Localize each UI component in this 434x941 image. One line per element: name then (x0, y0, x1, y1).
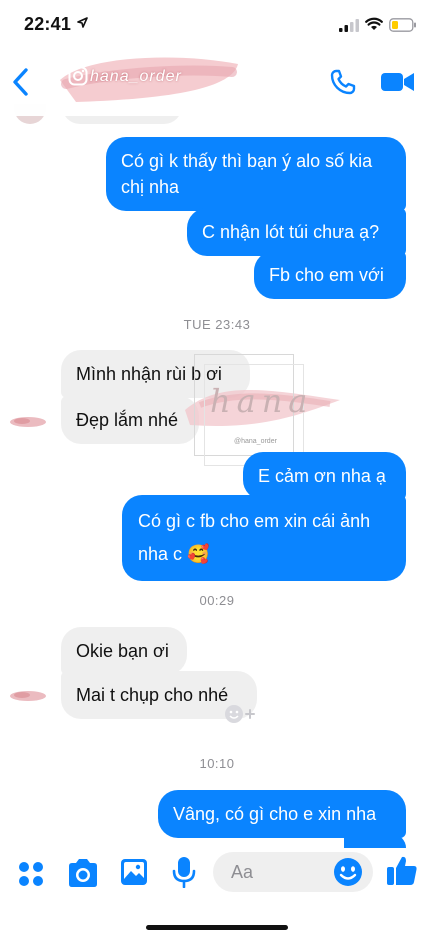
message-outgoing[interactable]: C nhận lót túi chưa ạ? (187, 208, 406, 256)
back-button[interactable] (8, 64, 40, 100)
instagram-icon (68, 66, 88, 86)
add-reaction-icon[interactable] (223, 702, 257, 726)
message-outgoing[interactable]: Có gì k thấy thì bạn ý alo số kia chị nh… (106, 137, 406, 211)
home-indicator (146, 925, 288, 930)
gallery-button[interactable] (119, 857, 149, 887)
watermark-logo: hana @hana_order (184, 352, 340, 466)
video-call-button[interactable] (380, 68, 416, 96)
timestamp: TUE 23:43 (183, 317, 251, 332)
emoji-button[interactable] (333, 857, 363, 887)
message-outgoing[interactable]: Vâng, có gì cho e xin nha (158, 790, 406, 838)
more-actions-button[interactable] (17, 860, 45, 888)
watermark-script: hana (210, 382, 314, 420)
watermark-handle: @hana_order (234, 438, 277, 445)
contact-avatar (10, 417, 46, 427)
microphone-button[interactable] (172, 856, 196, 888)
contact-name[interactable]: hana_order (90, 68, 182, 86)
camera-button[interactable] (66, 858, 100, 888)
message-outgoing[interactable]: E cảm ơn nha ạ (243, 452, 406, 500)
timestamp: 00:29 (199, 593, 235, 608)
timestamp: 10:10 (199, 756, 235, 771)
message-input-placeholder: Aa (231, 862, 254, 882)
message-outgoing[interactable]: Có gì c fb cho em xin cái ảnh nha c 🥰 (122, 495, 406, 581)
contact-avatar (10, 691, 46, 701)
message-list: Có gì k thấy thì bạn ý alo số kia chị nh… (0, 0, 434, 941)
conversation-header: hana_order (0, 50, 434, 116)
message-outgoing[interactable]: Fb cho em với (254, 251, 406, 299)
message-incoming[interactable]: Okie bạn ơi (61, 627, 187, 675)
partial-bubble (344, 834, 406, 848)
audio-call-button[interactable] (329, 68, 357, 96)
message-incoming[interactable]: Đẹp lắm nhé (61, 396, 199, 444)
like-button[interactable] (385, 853, 419, 887)
